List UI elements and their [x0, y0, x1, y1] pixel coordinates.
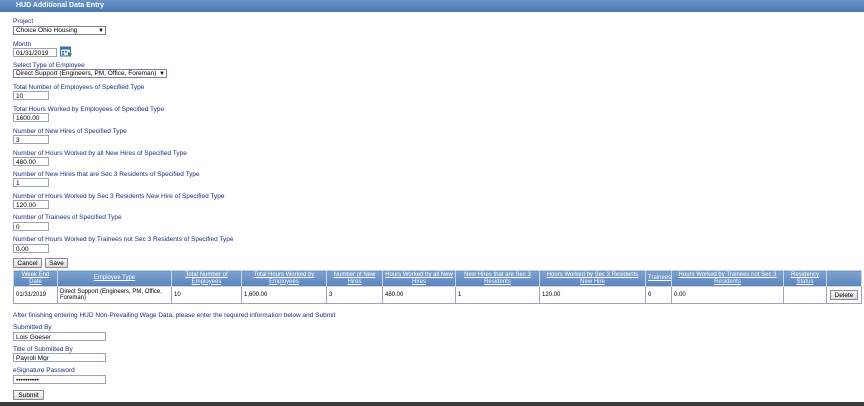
- employee-type-value: Direct Support (Engineers, PM, Office, F…: [16, 70, 157, 77]
- sec3-new-hires-label: Number of New Hires that are Sec 3 Resid…: [13, 171, 200, 178]
- new-hires-input[interactable]: 3: [13, 135, 49, 144]
- column-header[interactable]: Employee Type: [57, 270, 172, 287]
- column-header-actions: [826, 270, 862, 287]
- trainees-input[interactable]: 0: [13, 222, 49, 231]
- window-title: HUD Additional Data Entry: [0, 0, 864, 12]
- cell-residency-status: [783, 286, 827, 304]
- month-label: Month: [13, 41, 32, 48]
- trainee-hours-input[interactable]: 0.00: [13, 244, 49, 253]
- table-header-row: Week End Date Employee Type Total Number…: [13, 270, 862, 287]
- sec3-hours-input[interactable]: 120.00: [13, 200, 49, 209]
- column-header[interactable]: Hours Worked by Sec 3 Residents New Hire: [539, 270, 646, 287]
- cell-total-hours: 1,600.00: [241, 286, 327, 304]
- column-header[interactable]: Residency Status: [783, 270, 827, 287]
- cell-sec3-new-hires: 1: [455, 286, 540, 304]
- column-header[interactable]: New Hires that are Sec 3 Residents: [455, 270, 540, 287]
- project-select[interactable]: Choice Ohio Housing ▼: [13, 26, 106, 35]
- column-header[interactable]: Hours Worked by all New Hires: [382, 270, 456, 287]
- cell-actions: Delete: [826, 286, 862, 304]
- employee-type-select[interactable]: Direct Support (Engineers, PM, Office, F…: [13, 69, 167, 78]
- submitted-by-input[interactable]: Lois Goeser: [13, 332, 106, 341]
- column-header[interactable]: Hours Worked by Trainees not Sec 3 Resid…: [671, 270, 784, 287]
- total-employees-label: Total Number of Employees of Specified T…: [13, 84, 145, 91]
- column-header[interactable]: Number of New Hires: [326, 270, 383, 287]
- employee-type-label: Select Type of Employee: [13, 62, 85, 69]
- cell-total-employees: 10: [171, 286, 242, 304]
- column-header[interactable]: Week End Date: [13, 270, 58, 287]
- column-header[interactable]: Total Hours Worked by Employees: [241, 270, 327, 287]
- cancel-button[interactable]: Cancel: [13, 258, 42, 268]
- cell-sec3-hours: 120.00: [539, 286, 646, 304]
- submitted-by-label: Submitted By: [13, 324, 52, 331]
- chevron-down-icon: ▼: [98, 28, 104, 34]
- trainee-hours-label: Number of Hours Worked by Trainees not S…: [13, 236, 234, 243]
- trainees-label: Number of Trainees of Specified Type: [13, 214, 122, 221]
- month-input[interactable]: 01/31/2019: [13, 48, 57, 57]
- new-hires-label: Number of New Hires of Specified Type: [13, 128, 127, 135]
- delete-button[interactable]: Delete: [830, 290, 858, 300]
- project-label: Project: [13, 18, 34, 25]
- cell-new-hires: 3: [326, 286, 383, 304]
- column-header[interactable]: Total Number of Employees: [171, 270, 242, 287]
- total-hours-input[interactable]: 1600.00: [13, 113, 49, 122]
- title-label: Title of Submitted By: [13, 346, 73, 353]
- cell-trainees: 0: [645, 286, 672, 304]
- esignature-password-input[interactable]: ••••••••••: [13, 375, 106, 384]
- chevron-down-icon: ▼: [159, 71, 165, 77]
- total-employees-input[interactable]: 10: [13, 91, 49, 100]
- cell-trainee-hours: 0.00: [671, 286, 784, 304]
- column-header[interactable]: Trainees: [645, 270, 672, 287]
- save-button[interactable]: Save: [45, 258, 68, 268]
- cell-week-end-date: 01/31/2019: [13, 286, 58, 304]
- data-table: Week End Date Employee Type Total Number…: [13, 270, 862, 304]
- cell-new-hire-hours: 480.00: [382, 286, 456, 304]
- submit-button[interactable]: Submit: [13, 390, 44, 400]
- esignature-label: eSignature Password: [13, 367, 75, 374]
- project-value: Choice Ohio Housing: [16, 27, 78, 34]
- sec3-hours-label: Number of Hours Worked by Sec 3 Resident…: [13, 193, 225, 200]
- table-row: 01/31/2019 Direct Support (Engineers, PM…: [13, 286, 862, 304]
- taskbar-strip: [0, 402, 864, 406]
- cell-employee-type: Direct Support (Engineers, PM, Office, F…: [57, 286, 172, 304]
- sec3-new-hires-input[interactable]: 1: [13, 178, 49, 187]
- calendar-icon[interactable]: [60, 46, 73, 57]
- submit-instructions: After finishing entering HUD Non-Prevail…: [13, 312, 336, 319]
- total-hours-label: Total Hours Worked by Employees of Speci…: [13, 106, 165, 113]
- title-input[interactable]: Payroll Mgr: [13, 353, 106, 362]
- new-hire-hours-input[interactable]: 480.00: [13, 157, 49, 166]
- new-hire-hours-label: Number of Hours Worked by all New Hires …: [13, 150, 187, 157]
